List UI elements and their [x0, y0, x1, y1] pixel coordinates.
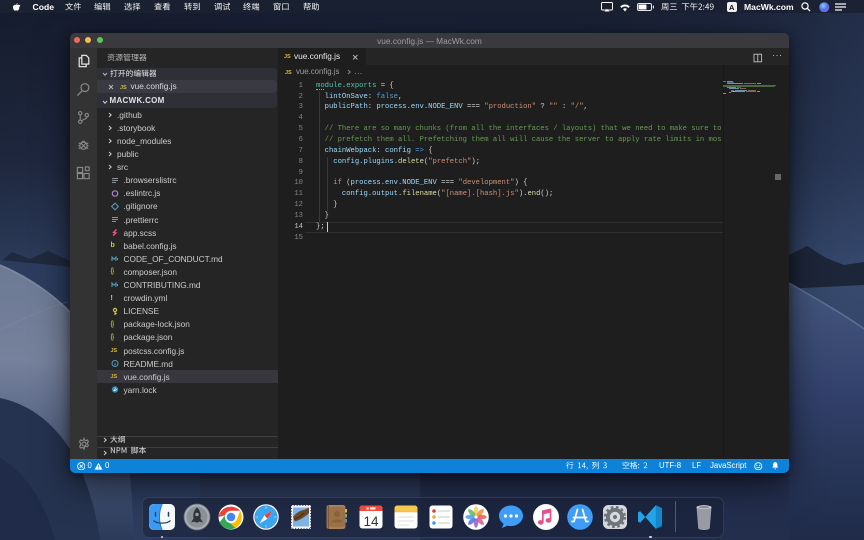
svg-text:14: 14: [363, 514, 379, 529]
